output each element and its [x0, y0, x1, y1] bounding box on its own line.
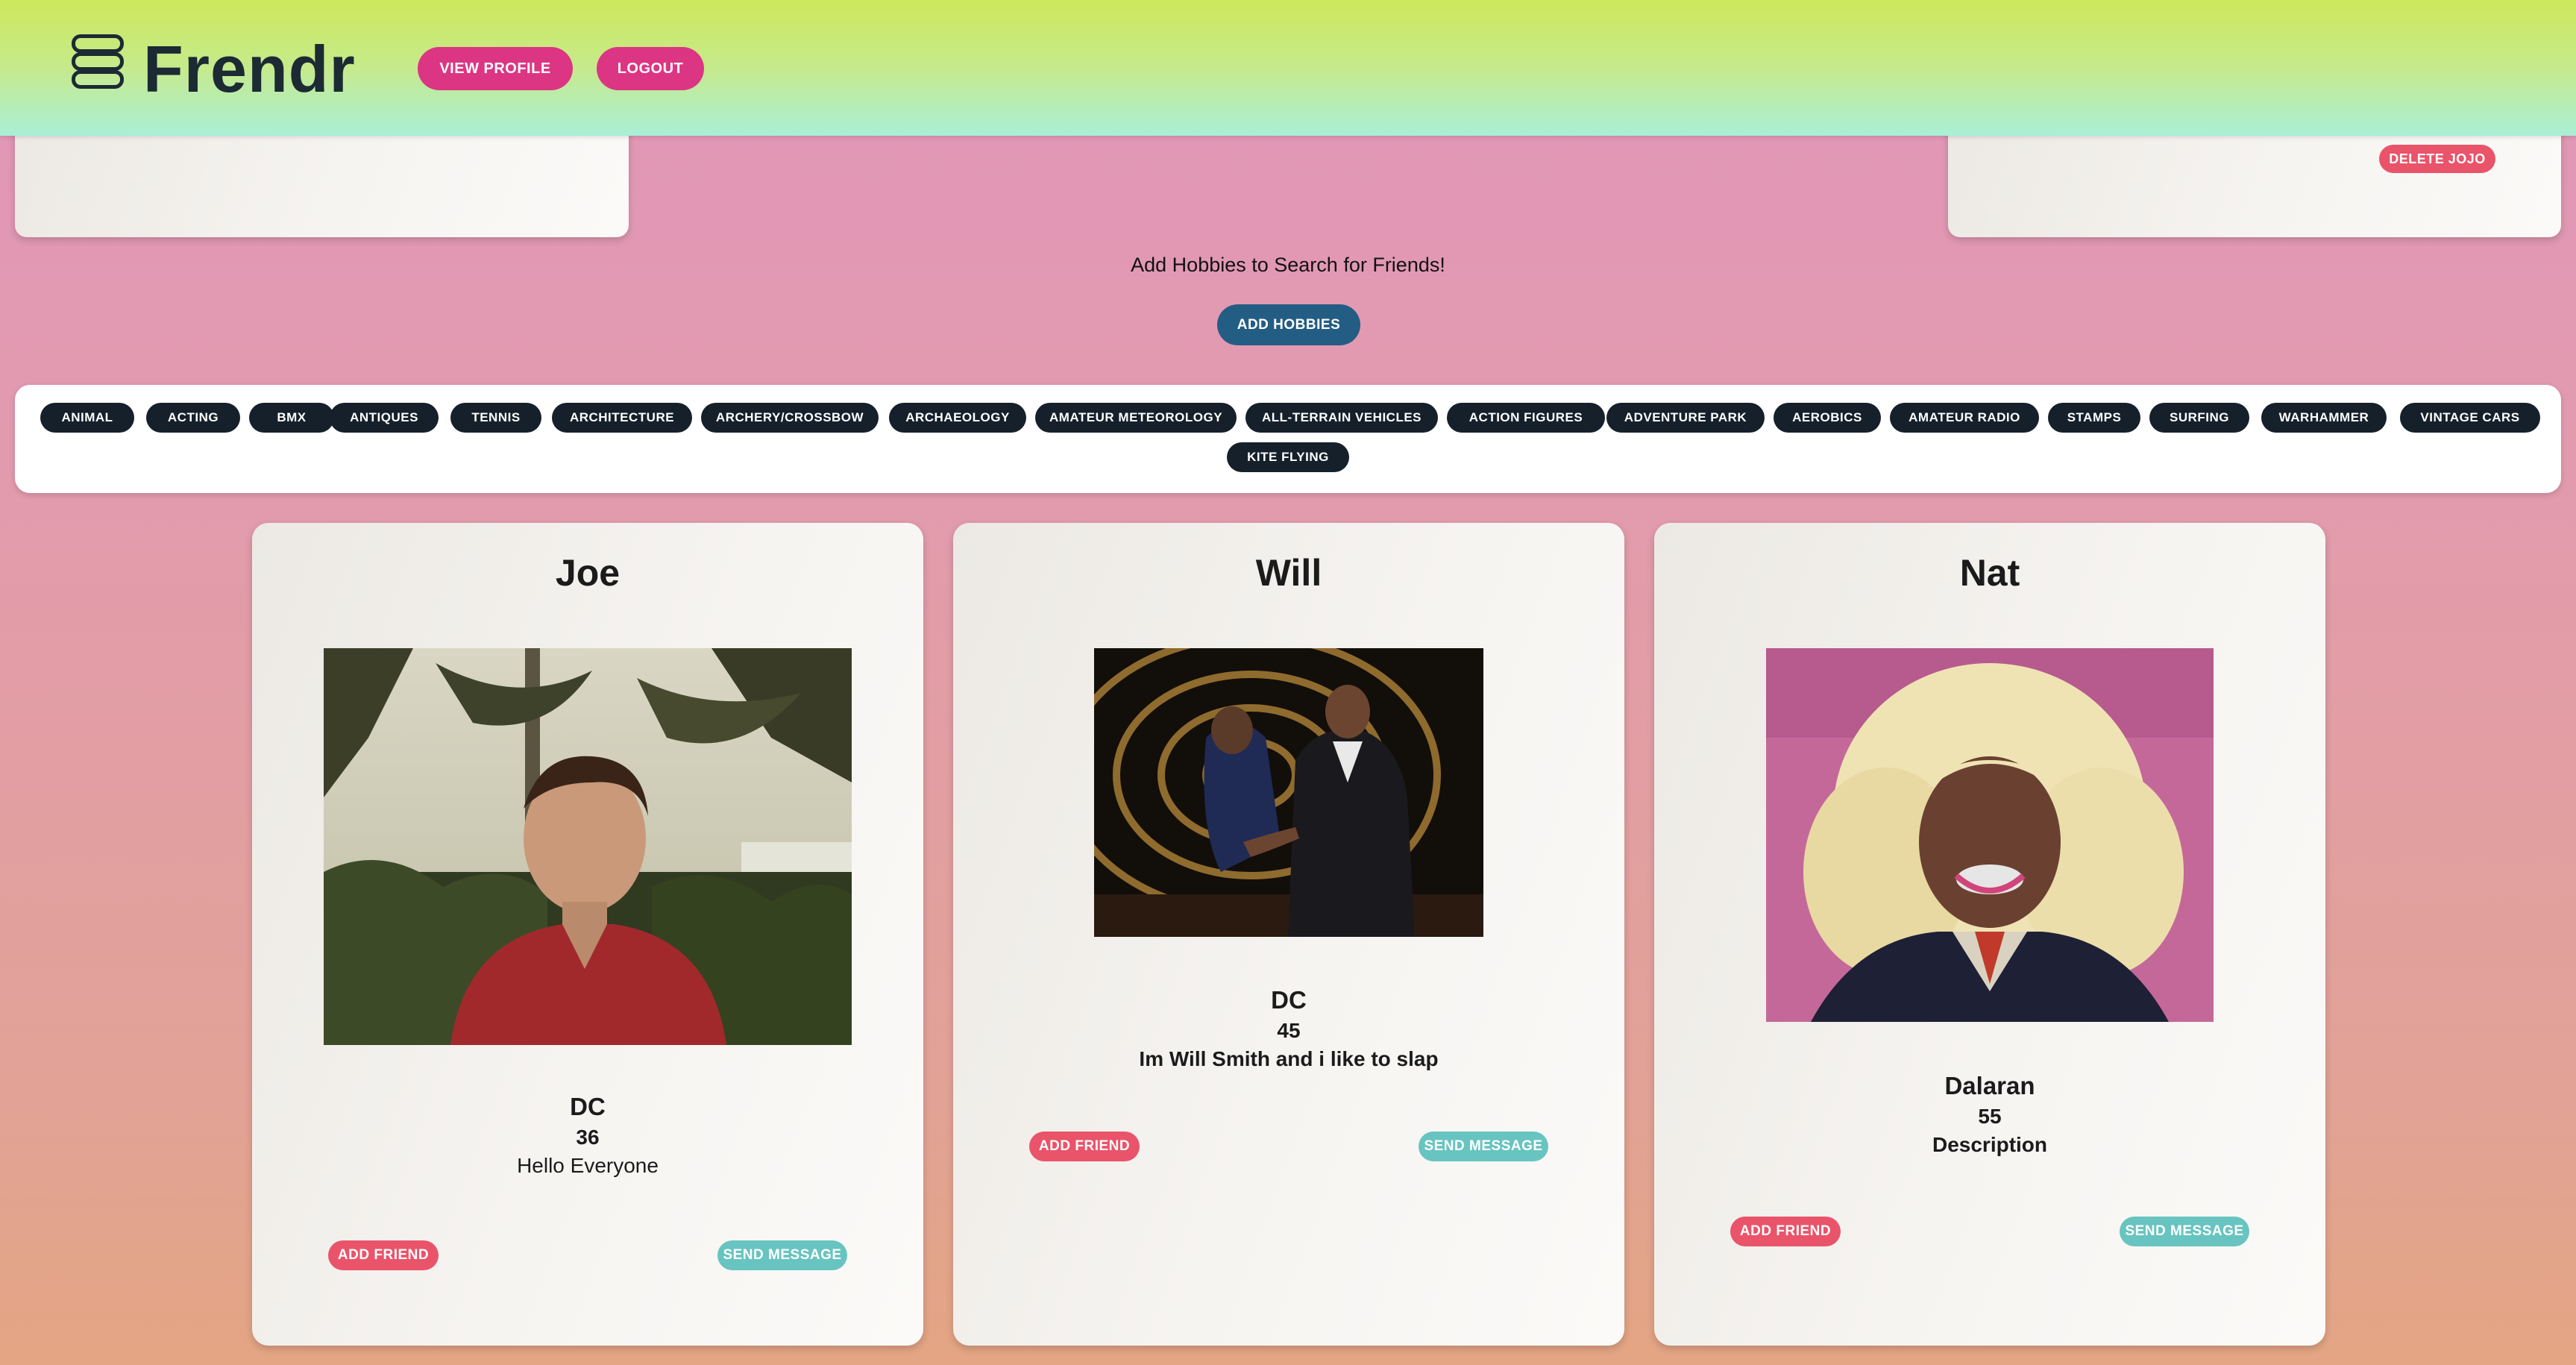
user-location: Dalaran — [1944, 1072, 2035, 1099]
logout-button[interactable]: LOGOUT — [597, 47, 704, 90]
hobby-chip-bmx[interactable]: BMX — [249, 403, 334, 433]
hobby-chip-amateur-radio[interactable]: AMATEUR RADIO — [1890, 403, 2039, 433]
hobby-chip-kite-flying[interactable]: KITE FLYING — [1227, 442, 1349, 472]
hobby-chip-amateur-meteorology[interactable]: AMATEUR METEOROLOGY — [1035, 403, 1237, 433]
hobby-chip-tennis[interactable]: TENNIS — [450, 403, 541, 433]
app-header: Frendr VIEW PROFILE LOGOUT — [0, 0, 2576, 136]
user-card-nat: Nat Dalaran 55 Description ADD FRIEND SE… — [1654, 523, 2325, 1346]
hobby-chip-surfing[interactable]: SURFING — [2149, 403, 2249, 433]
hobby-chip-all-terrain-vehicles[interactable]: ALL-TERRAIN VEHICLES — [1245, 403, 1438, 433]
user-location: DC — [570, 1093, 606, 1120]
hobby-chip-action-figures[interactable]: ACTION FIGURES — [1447, 403, 1605, 433]
add-friend-button[interactable]: ADD FRIEND — [1730, 1217, 1841, 1246]
hobby-chip-warhammer[interactable]: WARHAMMER — [2261, 403, 2387, 433]
hobby-chip-acting[interactable]: ACTING — [146, 403, 240, 433]
view-profile-button[interactable]: VIEW PROFILE — [418, 47, 573, 90]
hobby-chip-architecture[interactable]: ARCHITECTURE — [552, 403, 692, 433]
add-friend-button[interactable]: ADD FRIEND — [1029, 1132, 1140, 1161]
send-message-button[interactable]: SEND MESSAGE — [1419, 1132, 1548, 1161]
user-description: Im Will Smith and i like to slap — [1139, 1047, 1439, 1070]
hobby-chip-adventure-park[interactable]: ADVENTURE PARK — [1606, 403, 1765, 433]
user-description: Description — [1932, 1133, 2048, 1156]
hobby-chip-animal[interactable]: ANIMAL — [40, 403, 134, 433]
user-photo — [324, 648, 852, 1045]
user-age: 45 — [1277, 1019, 1301, 1042]
user-info: Dalaran 55 Description — [1654, 1072, 2325, 1157]
hobby-chip-archaeology[interactable]: ARCHAEOLOGY — [889, 403, 1026, 433]
hobby-chip-vintage-cars[interactable]: VINTAGE CARS — [2400, 403, 2540, 433]
user-age: 55 — [1978, 1105, 2002, 1128]
user-name: Nat — [1959, 552, 2020, 594]
user-name: Will — [1255, 552, 1322, 594]
hobby-chip-aerobics[interactable]: AEROBICS — [1774, 403, 1881, 433]
user-info: DC 36 Hello Everyone — [252, 1093, 923, 1178]
hobby-chip-antiques[interactable]: ANTIQUES — [330, 403, 439, 433]
user-info: DC 45 Im Will Smith and i like to slap — [953, 986, 1624, 1071]
add-friend-button[interactable]: ADD FRIEND — [328, 1240, 439, 1270]
hobby-chip-archery-crossbow[interactable]: ARCHERY/CROSSBOW — [701, 403, 879, 433]
send-message-button[interactable]: SEND MESSAGE — [2120, 1217, 2249, 1246]
user-photo — [1094, 648, 1483, 937]
hobby-filter-bar: ANIMAL ACTING BMX ANTIQUES TENNIS ARCHIT… — [15, 385, 2561, 493]
user-card-joe: Joe DC 36 Hello Everyone ADD FRIEND SEND… — [252, 523, 923, 1346]
delete-button[interactable]: DELETE JOJO — [2379, 145, 2495, 173]
search-prompt: Add Hobbies to Search for Friends! — [1131, 254, 1445, 276]
user-photo — [1766, 648, 2214, 1022]
user-card-will: Will DC 45 Im Will Smith and i like to s… — [953, 523, 1624, 1346]
send-message-button[interactable]: SEND MESSAGE — [717, 1240, 847, 1270]
hobby-chip-stamps[interactable]: STAMPS — [2048, 403, 2140, 433]
user-location: DC — [1271, 986, 1307, 1014]
user-age: 36 — [576, 1126, 600, 1149]
user-name: Joe — [555, 552, 621, 594]
brand-logo[interactable]: Frendr — [143, 28, 356, 110]
add-hobbies-button[interactable]: ADD HOBBIES — [1217, 304, 1360, 345]
user-description: Hello Everyone — [517, 1154, 659, 1177]
stack-icon — [72, 34, 124, 89]
